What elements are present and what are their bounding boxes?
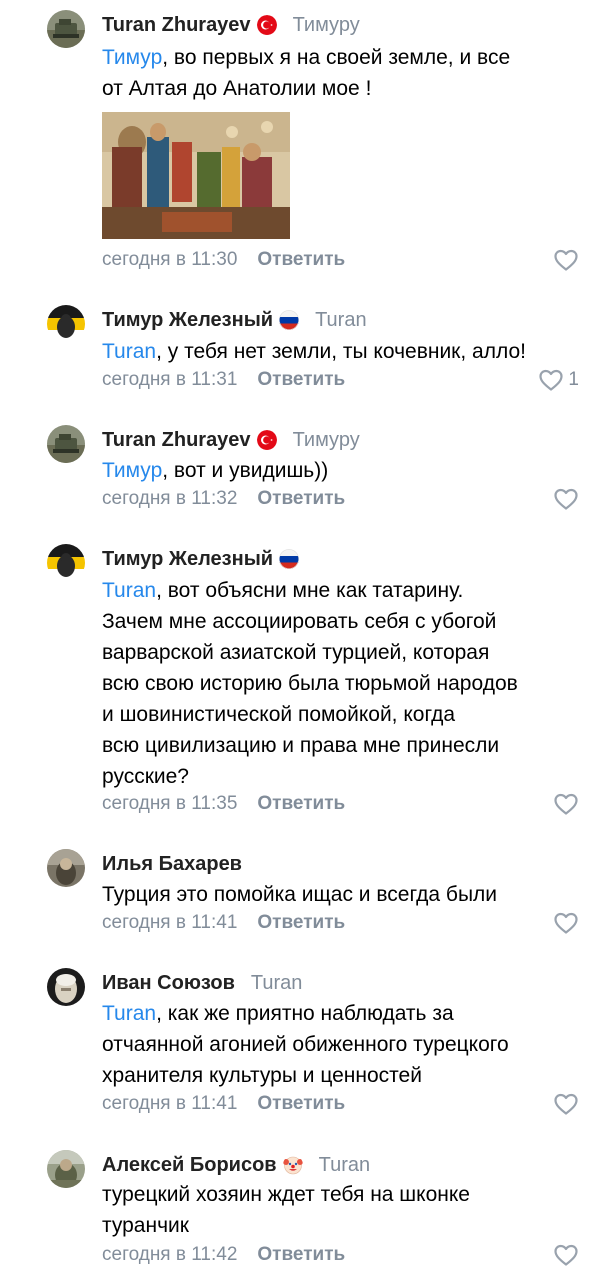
comment-header: Тимур Железный Turan: [102, 305, 367, 335]
comment-header: Илья Бахарев: [102, 849, 242, 879]
comment-meta: сегодня в 11:31 Ответить: [102, 367, 345, 393]
comment-text: Тимур, во первых я на своей земле, и все…: [102, 46, 511, 100]
comment-meta: сегодня в 11:32 Ответить: [102, 486, 345, 512]
reply-to-name[interactable]: Тимуру: [293, 429, 360, 452]
like-count: 1: [568, 369, 579, 390]
reply-button[interactable]: Ответить: [257, 912, 345, 934]
comment-item: Иван Союзов Turan Turan, как же приятно …: [0, 968, 606, 1118]
comment-meta: сегодня в 11:30 Ответить: [102, 247, 345, 273]
russia-flag-icon: [279, 549, 300, 569]
heart-icon: [554, 912, 578, 934]
reply-to-name[interactable]: Turan: [251, 972, 303, 995]
like-button[interactable]: [553, 1091, 579, 1117]
turkey-flag-icon: [256, 430, 277, 450]
reply-button[interactable]: Ответить: [257, 793, 345, 815]
timestamp: сегодня в 11:35: [102, 793, 238, 814]
heart-icon: [539, 369, 564, 391]
comment-item: Turan Zhurayev Тимуру Тимур, во первых я…: [0, 10, 606, 280]
mention-link[interactable]: Turan: [102, 1002, 156, 1025]
author-name[interactable]: Turan Zhurayev: [102, 14, 251, 37]
reply-to-name[interactable]: Turan: [315, 309, 367, 332]
comment-text: Турция это помойка ищас и всегда были: [102, 883, 498, 906]
avatar[interactable]: [47, 425, 85, 463]
reply-to-name[interactable]: Turan: [319, 1154, 371, 1177]
comment-text: Turan, как же приятно наблюдать за отчая…: [102, 1002, 509, 1087]
comment-item: Turan Zhurayev Тимуру Тимур, вот и увиди…: [0, 425, 606, 515]
reply-button[interactable]: Ответить: [257, 488, 345, 510]
like-button[interactable]: [553, 1242, 579, 1268]
heart-icon: [554, 793, 578, 815]
reply-button[interactable]: Ответить: [257, 1093, 345, 1115]
heart-icon: [554, 488, 578, 510]
comment-item: Алексей Борисов Turan турецкий хозяин жд…: [0, 1150, 606, 1275]
comment-header: Алексей Борисов Turan: [102, 1150, 370, 1180]
avatar[interactable]: [47, 305, 85, 343]
avatar[interactable]: [47, 10, 85, 48]
comment-meta: сегодня в 11:41 Ответить: [102, 910, 345, 936]
timestamp: сегодня в 11:31: [102, 369, 238, 390]
comment-meta: сегодня в 11:35 Ответить: [102, 791, 345, 817]
author-name[interactable]: Тимур Железный: [102, 548, 273, 571]
like-button[interactable]: 1: [538, 367, 579, 393]
comment-meta: сегодня в 11:41 Ответить: [102, 1091, 345, 1117]
turkey-flag-icon: [256, 15, 277, 35]
mention-link[interactable]: Turan: [102, 340, 156, 363]
heart-icon: [554, 1244, 578, 1266]
author-name[interactable]: Turan Zhurayev: [102, 429, 251, 452]
timestamp: сегодня в 11:30: [102, 249, 238, 270]
timestamp: сегодня в 11:42: [102, 1244, 238, 1265]
comment-text: Тимур, вот и увидишь)): [102, 459, 329, 482]
avatar[interactable]: [47, 849, 85, 887]
heart-icon: [554, 1093, 578, 1115]
reply-button[interactable]: Ответить: [257, 1244, 345, 1266]
mention-link[interactable]: Тимур: [102, 46, 162, 69]
timestamp: сегодня в 11:41: [102, 912, 238, 933]
comment-header: Turan Zhurayev Тимуру: [102, 425, 360, 455]
avatar[interactable]: [47, 544, 85, 582]
russia-flag-icon: [279, 310, 300, 330]
mention-link[interactable]: Тимур: [102, 459, 162, 482]
reply-to-name[interactable]: Тимуру: [293, 14, 360, 37]
comment-text: Turan, вот объясни мне как татарину. Зач…: [102, 579, 518, 788]
comment-header: Turan Zhurayev Тимуру: [102, 10, 360, 40]
comment-item: Тимур Железный Turan, вот объясни мне ка…: [0, 544, 606, 822]
avatar[interactable]: [47, 1150, 85, 1188]
reply-button[interactable]: Ответить: [257, 249, 345, 271]
author-name[interactable]: Илья Бахарев: [102, 853, 242, 876]
like-button[interactable]: [553, 910, 579, 936]
avatar[interactable]: [47, 968, 85, 1006]
like-button[interactable]: [553, 791, 579, 817]
author-name[interactable]: Тимур Железный: [102, 309, 273, 332]
comment-header: Тимур Железный: [102, 544, 300, 574]
comment-item: Илья Бахарев Турция это помойка ищас и в…: [0, 849, 606, 939]
timestamp: сегодня в 11:41: [102, 1093, 238, 1114]
reply-button[interactable]: Ответить: [257, 369, 345, 391]
author-name[interactable]: Алексей Борисов: [102, 1154, 277, 1177]
timestamp: сегодня в 11:32: [102, 488, 238, 509]
clown-face-icon: [282, 1155, 303, 1175]
like-button[interactable]: [553, 486, 579, 512]
like-button[interactable]: [553, 247, 579, 273]
comment-meta: сегодня в 11:42 Ответить: [102, 1242, 345, 1268]
comment-text: турецкий хозяин ждет тебя на шконке тура…: [102, 1183, 470, 1237]
comment-item: Тимур Железный Turan Turan, у тебя нет з…: [0, 305, 606, 395]
heart-icon: [554, 249, 578, 271]
comment-header: Иван Союзов Turan: [102, 968, 302, 998]
mention-link[interactable]: Turan: [102, 579, 156, 602]
comment-text: Turan, у тебя нет земли, ты кочевник, ал…: [102, 340, 526, 363]
author-name[interactable]: Иван Союзов: [102, 972, 235, 995]
attached-photo[interactable]: [102, 112, 290, 239]
